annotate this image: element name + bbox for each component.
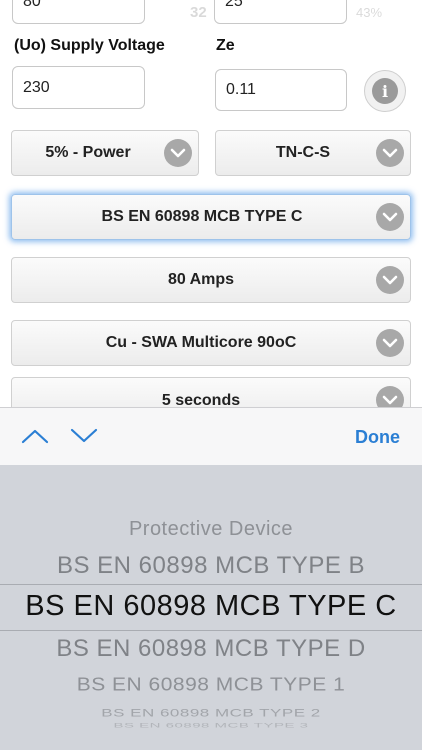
status-bar-time: 32 xyxy=(190,4,207,21)
top-right-input[interactable]: 25 xyxy=(214,0,347,24)
next-field-button[interactable] xyxy=(69,424,99,448)
top-left-input[interactable]: 80 xyxy=(12,0,145,24)
ze-input[interactable]: 0.11 xyxy=(215,69,347,111)
supply-voltage-input[interactable]: 230 xyxy=(12,66,145,109)
protective-device-value: BS EN 60898 MCB TYPE C xyxy=(101,208,303,225)
picker-selection-top-line xyxy=(0,584,422,585)
ze-value: 0.11 xyxy=(226,81,256,98)
status-bar-battery: 43% xyxy=(356,5,383,20)
chevron-down-icon xyxy=(70,428,98,443)
protective-device-picker[interactable]: Protective Device BS EN 60898 MCB TYPE B… xyxy=(0,465,422,750)
top-right-input-value: 25 xyxy=(225,0,243,10)
picker-option[interactable]: BS EN 60898 MCB TYPE B xyxy=(0,552,422,580)
voltage-drop-select[interactable]: 5% - Power xyxy=(11,130,199,176)
rating-value: 80 Amps xyxy=(167,271,235,288)
done-button[interactable]: Done xyxy=(355,427,400,448)
info-button[interactable]: i xyxy=(364,70,406,112)
cable-type-select[interactable]: Cu - SWA Multicore 90oC xyxy=(11,320,411,366)
cable-type-value: Cu - SWA Multicore 90oC xyxy=(105,334,297,351)
rating-select[interactable]: 80 Amps xyxy=(11,257,411,303)
earthing-system-select[interactable]: TN-C-S xyxy=(215,130,411,176)
chevron-down-icon xyxy=(164,139,192,167)
disconnection-time-value: 5 seconds xyxy=(161,392,241,409)
chevron-down-icon xyxy=(376,329,404,357)
protective-device-select[interactable]: BS EN 60898 MCB TYPE C xyxy=(11,194,411,240)
picker-header: Protective Device xyxy=(128,518,294,540)
supply-voltage-value: 230 xyxy=(23,78,50,96)
picker-option[interactable]: BS EN 60898 MCB TYPE 2 xyxy=(0,707,422,720)
ze-label: Ze xyxy=(216,37,235,54)
picker-option-selected[interactable]: BS EN 60898 MCB TYPE C xyxy=(0,590,422,623)
chevron-down-icon xyxy=(376,266,404,294)
info-icon: i xyxy=(372,78,398,104)
picker-option[interactable]: BS EN 60898 MCB TYPE D xyxy=(0,635,422,663)
picker-toolbar: Done xyxy=(0,407,422,465)
picker-option[interactable]: BS EN 60898 MCB TYPE 3 xyxy=(0,722,422,730)
picker-option[interactable]: BS EN 60898 MCB TYPE 1 xyxy=(0,674,422,696)
chevron-up-icon xyxy=(21,429,49,444)
previous-field-button[interactable] xyxy=(20,424,50,448)
chevron-down-icon xyxy=(376,203,404,231)
picker-selection-bottom-line xyxy=(0,630,422,631)
chevron-down-icon xyxy=(376,139,404,167)
top-left-input-value: 80 xyxy=(23,0,41,10)
supply-voltage-label: (Uo) Supply Voltage xyxy=(14,37,165,54)
